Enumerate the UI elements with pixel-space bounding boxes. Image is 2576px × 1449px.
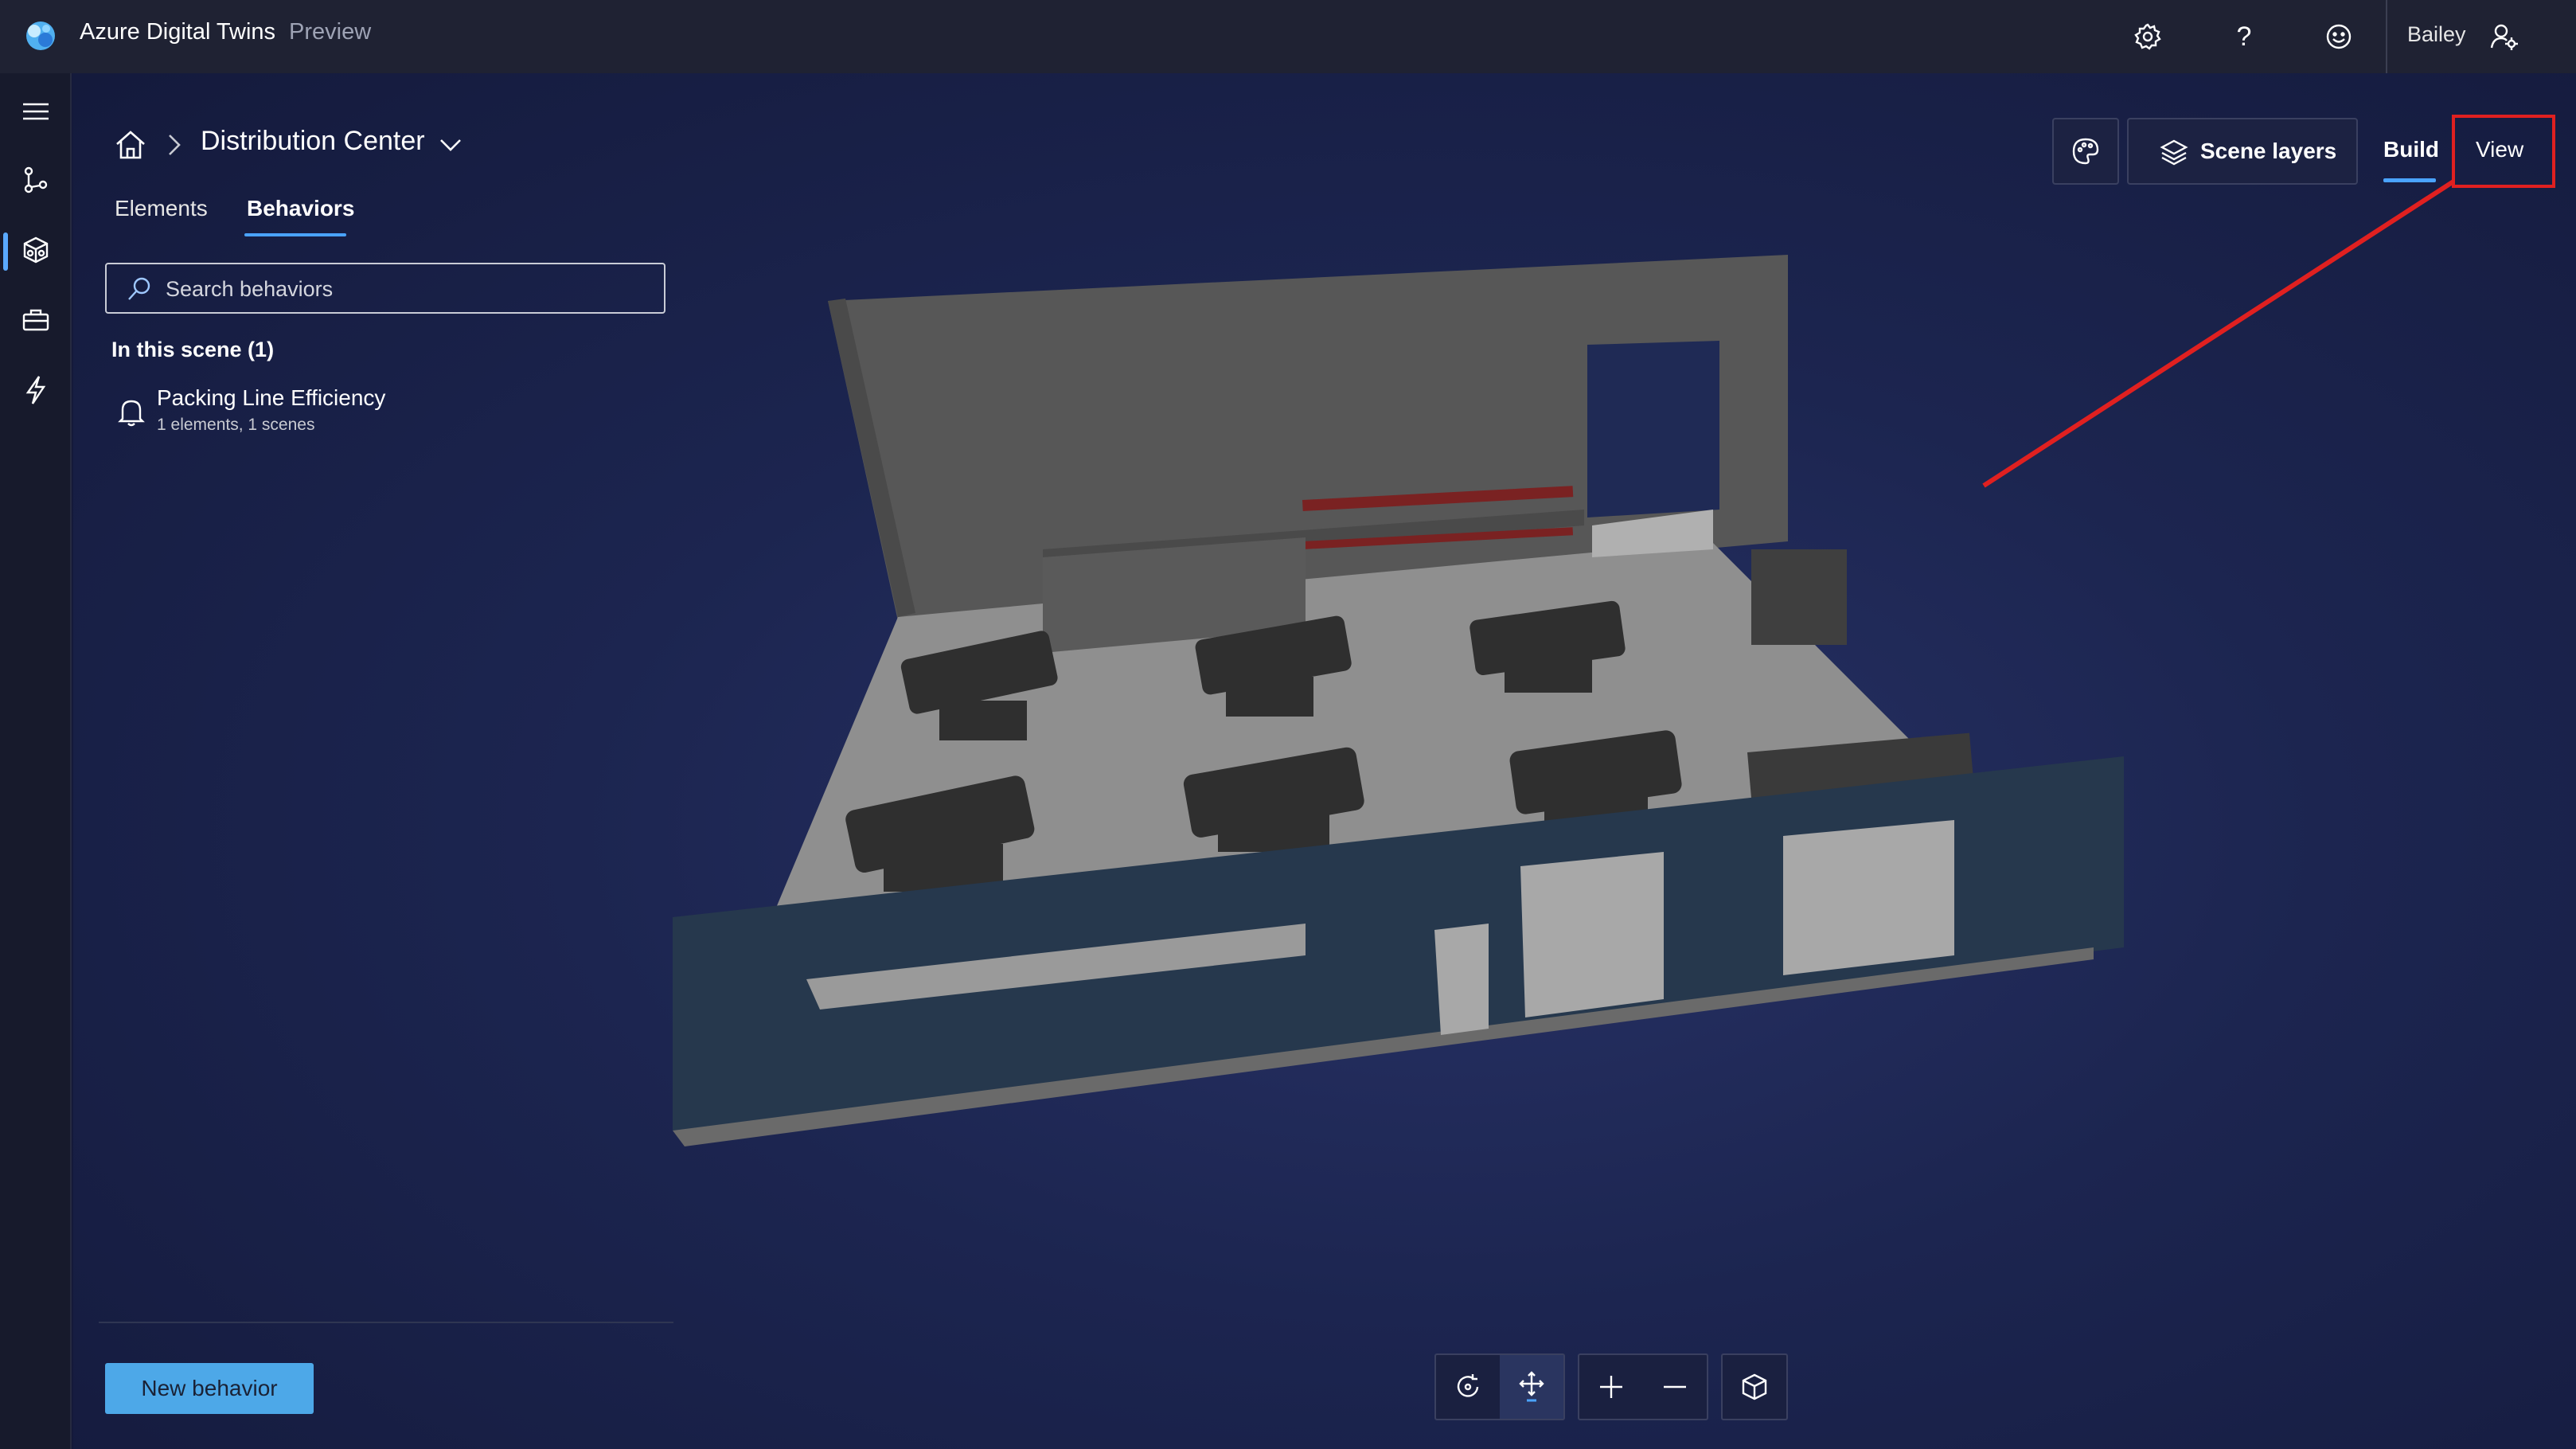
scene-layers-label: Scene layers xyxy=(2200,139,2337,163)
bell-icon xyxy=(118,400,145,427)
scenes-icon[interactable] xyxy=(0,218,72,282)
orbit-icon[interactable] xyxy=(1436,1355,1500,1419)
preview-badge: Preview xyxy=(289,19,372,45)
azure-digital-twins-logo-icon xyxy=(26,21,55,50)
settings-icon[interactable] xyxy=(2130,19,2165,54)
account-settings-icon[interactable] xyxy=(2487,19,2522,54)
events-icon[interactable] xyxy=(0,358,72,422)
top-bar: Azure Digital Twins Preview ? Bailey xyxy=(0,0,2576,73)
tab-elements[interactable]: Elements xyxy=(115,196,208,221)
user-name[interactable]: Bailey xyxy=(2407,22,2466,47)
home-icon[interactable] xyxy=(113,127,148,162)
zoom-group xyxy=(1578,1353,1708,1420)
help-icon[interactable]: ? xyxy=(2227,19,2262,54)
twins-graph-icon[interactable] xyxy=(0,148,72,212)
reset-view-group xyxy=(1721,1353,1788,1420)
list-item[interactable]: Packing Line Efficiency 1 elements, 1 sc… xyxy=(111,381,653,444)
behavior-meta: 1 elements, 1 scenes xyxy=(157,416,315,434)
topbar-divider xyxy=(2386,0,2387,73)
reset-view-icon[interactable] xyxy=(1723,1355,1786,1419)
tab-active-underline xyxy=(244,233,346,236)
search-icon xyxy=(128,277,150,300)
scene-title[interactable]: Distribution Center xyxy=(201,126,425,157)
theme-button[interactable] xyxy=(2052,118,2119,185)
tab-build[interactable]: Build xyxy=(2383,137,2439,162)
behavior-name: Packing Line Efficiency xyxy=(157,385,386,410)
app-title: Azure Digital Twins xyxy=(80,19,276,45)
pan-icon[interactable] xyxy=(1500,1355,1563,1419)
layers-icon xyxy=(2160,139,2188,166)
scene-layers-button[interactable]: Scene layers xyxy=(2127,118,2358,185)
feedback-icon[interactable] xyxy=(2321,19,2356,54)
palette-icon xyxy=(2072,138,2099,165)
mode-active-underline xyxy=(2383,178,2436,182)
breadcrumb-chevron-icon xyxy=(169,135,181,155)
chevron-down-icon[interactable] xyxy=(436,131,465,159)
in-this-scene-heading: In this scene (1) xyxy=(111,338,275,361)
menu-icon[interactable] xyxy=(0,80,72,143)
camera-mode-group xyxy=(1434,1353,1565,1420)
panel-divider xyxy=(99,1322,673,1323)
search-placeholder: Search behaviors xyxy=(166,277,334,301)
toolbox-icon[interactable] xyxy=(0,288,72,352)
zoom-out-icon[interactable] xyxy=(1643,1355,1707,1419)
left-nav-rail xyxy=(0,73,72,1449)
zoom-in-icon[interactable] xyxy=(1579,1355,1643,1419)
view-highlight-annotation xyxy=(2452,115,2555,188)
new-behavior-button[interactable]: New behavior xyxy=(105,1363,314,1414)
search-behaviors-input[interactable]: Search behaviors xyxy=(105,263,665,314)
tab-behaviors[interactable]: Behaviors xyxy=(247,196,354,221)
